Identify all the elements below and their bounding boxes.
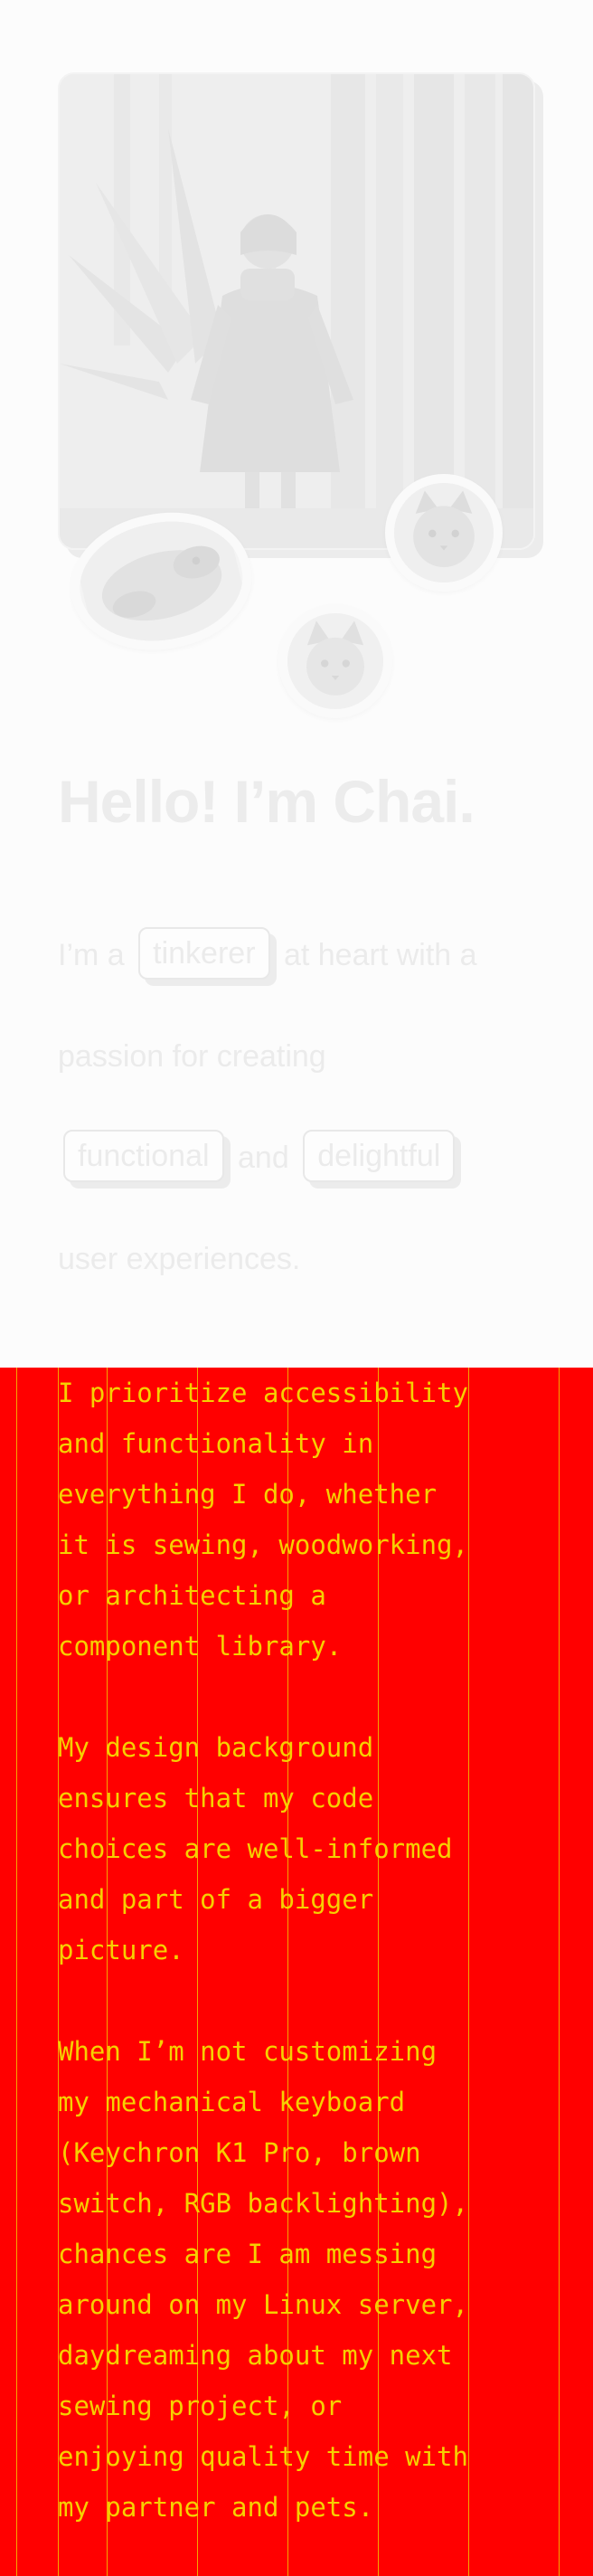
- delightful-pill: delightful: [303, 1130, 456, 1183]
- intro-part-4: user experiences.: [58, 1242, 301, 1276]
- cat-sticker-bottom: [278, 604, 392, 718]
- about-paragraph-3: When I’m not customizing my mechanical k…: [58, 2036, 468, 2523]
- about-paragraph-2: My design background ensures that my cod…: [58, 1732, 453, 1965]
- cat-icon: [287, 613, 383, 709]
- grid-line: [559, 1368, 560, 2576]
- page-title: Hello! I’m Chai.: [58, 768, 475, 835]
- about-panel: I prioritize accessibility and functiona…: [0, 1368, 593, 2576]
- about-paragraph-1: I prioritize accessibility and functiona…: [58, 1378, 468, 1662]
- grid-line: [16, 1368, 17, 2576]
- hero-section: Hello! I’m Chai. I’m a tinkerer at heart…: [0, 0, 593, 1368]
- functional-pill: functional: [63, 1130, 224, 1183]
- about-text: I prioritize accessibility and functiona…: [58, 1368, 546, 2576]
- cat-icon: [394, 483, 494, 582]
- cat-sticker-right: [385, 474, 503, 592]
- tinkerer-pill: tinkerer: [138, 927, 270, 980]
- intro-part-3: and: [238, 1141, 289, 1175]
- intro-text: I’m a tinkerer at heart with a passion f…: [58, 904, 546, 1310]
- intro-part-1: I’m a: [58, 938, 125, 972]
